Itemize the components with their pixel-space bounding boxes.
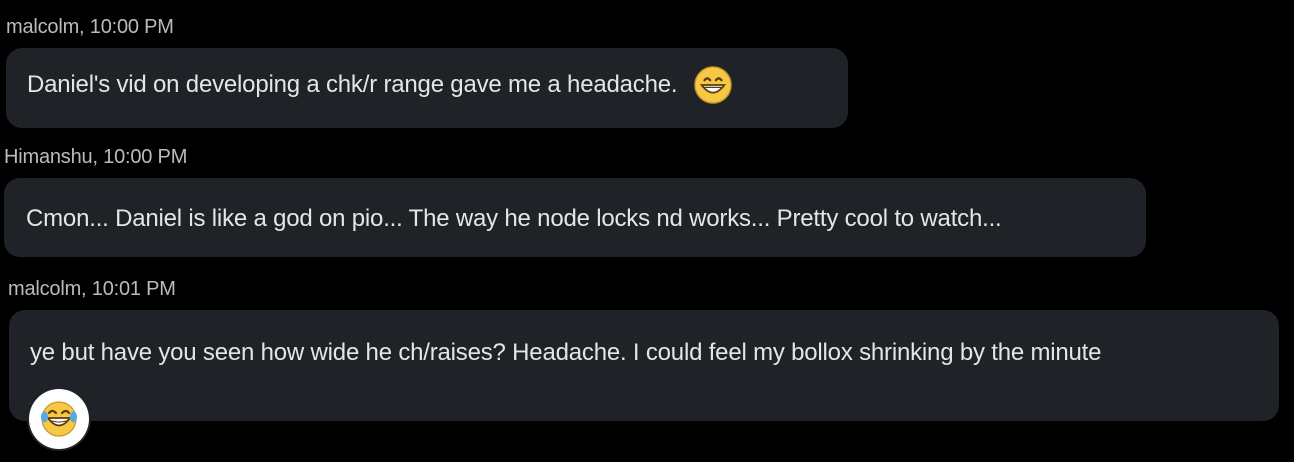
chat-thread: malcolm, 10:00 PM Daniel's vid on develo… — [0, 0, 1294, 462]
reaction-badge[interactable] — [29, 389, 89, 449]
grinning-face-icon — [694, 66, 732, 104]
message-bubble[interactable]: Cmon... Daniel is like a god on pio... T… — [4, 178, 1146, 257]
message-meta: malcolm, 10:00 PM — [6, 16, 174, 38]
message-text: Cmon... Daniel is like a god on pio... T… — [26, 204, 1002, 232]
message-text: Daniel's vid on developing a chk/r range… — [27, 71, 678, 98]
message-meta: Himanshu, 10:00 PM — [4, 146, 188, 168]
message-meta: malcolm, 10:01 PM — [8, 278, 176, 300]
message-text: ye but have you seen how wide he ch/rais… — [30, 338, 1102, 366]
tears-of-joy-icon — [40, 401, 78, 437]
message-bubble[interactable]: ye but have you seen how wide he ch/rais… — [9, 310, 1279, 421]
message-bubble[interactable]: Daniel's vid on developing a chk/r range… — [6, 48, 848, 128]
